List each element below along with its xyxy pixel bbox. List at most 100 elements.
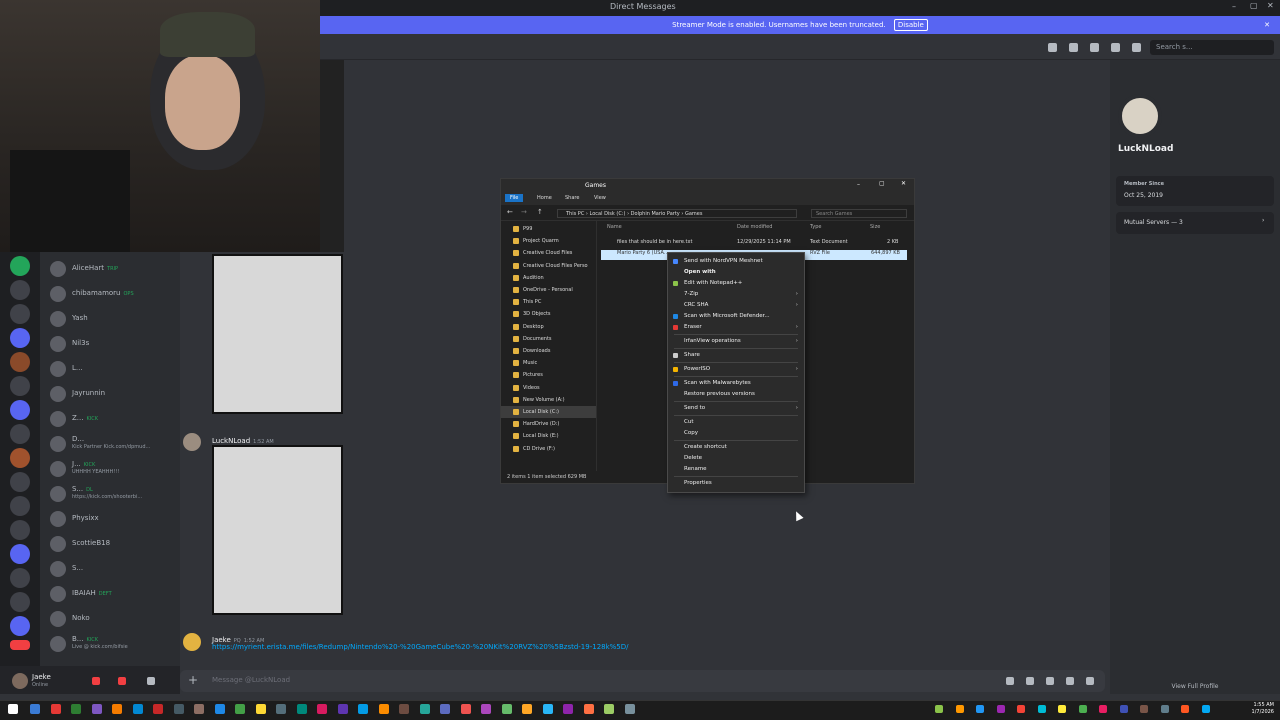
taskbar-app-icon[interactable] xyxy=(522,704,532,714)
ribbon-tab-view[interactable]: View xyxy=(594,195,606,201)
column-header[interactable]: Name xyxy=(607,224,622,230)
dm-list-item[interactable]: Noko xyxy=(48,608,178,630)
profile-toggle-icon[interactable] xyxy=(1132,43,1141,52)
address-bar[interactable]: This PC › Local Disk (C:) › Dolphin Mari… xyxy=(557,209,797,218)
context-menu-item[interactable]: Open with xyxy=(668,267,804,278)
taskbar-app-icon[interactable] xyxy=(30,704,40,714)
taskbar-app-icon[interactable] xyxy=(214,704,225,714)
nav-item[interactable]: 3D Objects xyxy=(501,308,596,320)
add-friend-icon[interactable] xyxy=(1111,43,1120,52)
dm-list-item[interactable]: B... KICK Live @ kick.com/bifsie xyxy=(48,633,178,655)
tray-icon[interactable] xyxy=(1058,705,1066,713)
taskbar-app-icon[interactable] xyxy=(112,704,122,714)
nav-item[interactable]: OneDrive - Personal xyxy=(501,284,596,296)
view-full-profile-link[interactable]: View Full Profile xyxy=(1110,683,1280,690)
taskbar-app-icon[interactable] xyxy=(378,704,389,714)
nav-item[interactable]: Local Disk (E:) xyxy=(501,430,596,442)
dm-list-item[interactable]: S... DL https://kick.com/shooterbi... xyxy=(48,483,178,505)
server-icon[interactable] xyxy=(10,568,30,588)
close-icon[interactable]: ✕ xyxy=(1267,1,1274,10)
tray-icon[interactable] xyxy=(1078,705,1087,713)
nav-item[interactable]: CD Drive (F:) xyxy=(501,443,596,455)
dm-list-item[interactable]: Physixx xyxy=(48,508,178,530)
tray-icon[interactable] xyxy=(996,705,1005,713)
context-menu-item[interactable]: Send with NordVPN Meshnet xyxy=(668,256,804,267)
server-icon[interactable] xyxy=(10,256,30,276)
close-banner-icon[interactable]: ✕ xyxy=(1264,16,1270,34)
tray-icon[interactable] xyxy=(1181,705,1189,713)
avatar[interactable] xyxy=(183,633,201,651)
explorer-search-input[interactable]: Search Games xyxy=(811,209,907,218)
nav-item[interactable]: HardDrive (D:) xyxy=(501,418,596,430)
ribbon-tab-home[interactable]: Home xyxy=(537,195,552,201)
ribbon-tab-share[interactable]: Share xyxy=(565,195,579,201)
tray-icon[interactable] xyxy=(1017,705,1025,713)
start-menu-icon[interactable] xyxy=(8,704,18,714)
nav-item[interactable]: Music xyxy=(501,357,596,369)
context-menu-item[interactable]: PowerISO › xyxy=(668,364,804,375)
context-menu-item[interactable]: Create shortcut xyxy=(668,442,804,453)
tray-icon[interactable] xyxy=(935,705,943,713)
ribbon-tab-file[interactable]: File xyxy=(505,194,524,202)
taskbar-app-icon[interactable] xyxy=(255,704,266,714)
server-icon[interactable] xyxy=(10,544,30,564)
context-menu-item[interactable]: Eraser › xyxy=(668,322,804,333)
nav-item[interactable]: Project Quarm xyxy=(501,235,596,247)
server-icon[interactable] xyxy=(10,376,30,396)
dm-list-item[interactable]: S... xyxy=(48,558,178,580)
server-icon[interactable] xyxy=(10,424,30,444)
message-composer[interactable]: + Message @LuckNLoad xyxy=(180,670,1105,692)
column-header[interactable]: Size xyxy=(870,224,880,230)
dm-list-item[interactable]: L... xyxy=(48,358,178,380)
dm-list-item[interactable]: IBAIAH DEFT xyxy=(48,583,178,605)
dm-list-item[interactable]: Nil3s xyxy=(48,333,178,355)
context-menu-item[interactable]: Restore previous versions xyxy=(668,389,804,400)
maximize-icon[interactable]: ▢ xyxy=(1250,1,1258,10)
pin-icon[interactable] xyxy=(1090,43,1099,52)
nav-item[interactable]: Creative Cloud Files xyxy=(501,247,596,259)
maximize-icon[interactable]: ▢ xyxy=(879,180,885,187)
gear-icon[interactable] xyxy=(147,677,155,685)
nav-item[interactable]: Documents xyxy=(501,333,596,345)
taskbar-app-icon[interactable] xyxy=(296,704,307,714)
tray-icon[interactable] xyxy=(1037,705,1046,713)
dm-list-item[interactable]: Yash xyxy=(48,308,178,330)
call-icon[interactable] xyxy=(1048,43,1057,52)
tray-icon[interactable] xyxy=(1099,705,1107,713)
tray-icon[interactable] xyxy=(1160,705,1169,713)
nav-item[interactable]: P99 xyxy=(501,223,596,235)
forward-icon[interactable]: → xyxy=(521,208,527,216)
server-icon[interactable] xyxy=(10,304,30,324)
avatar[interactable] xyxy=(12,673,28,689)
context-menu-item[interactable]: Delete xyxy=(668,453,804,464)
nav-item[interactable]: Local Disk (C:) xyxy=(501,406,596,418)
minimize-icon[interactable]: – xyxy=(857,181,860,188)
message-link[interactable]: https://myrient.erista.me/files/Redump/N… xyxy=(212,643,629,651)
taskbar-app-icon[interactable] xyxy=(317,704,327,714)
server-icon[interactable] xyxy=(10,592,30,612)
nav-item[interactable]: This PC xyxy=(501,296,596,308)
breadcrumb[interactable]: This PC xyxy=(566,211,584,217)
taskbar-app-icon[interactable] xyxy=(563,704,573,714)
taskbar-app-icon[interactable] xyxy=(132,704,143,714)
message-author[interactable]: LuckNLoad xyxy=(212,437,250,445)
column-header[interactable]: Type xyxy=(810,224,821,230)
taskbar-app-icon[interactable] xyxy=(604,704,614,714)
server-icon[interactable] xyxy=(10,496,30,516)
breadcrumb[interactable]: Games xyxy=(685,211,703,217)
nav-item[interactable]: New Volume (A:) xyxy=(501,394,596,406)
dm-list-item[interactable]: Z... KICK xyxy=(48,408,178,430)
server-icon[interactable] xyxy=(10,328,30,348)
taskbar-app-icon[interactable] xyxy=(235,704,245,714)
column-header[interactable]: Date modified xyxy=(737,224,772,230)
server-icon[interactable] xyxy=(10,520,30,540)
taskbar-app-icon[interactable] xyxy=(542,704,553,714)
dm-list-item[interactable]: ScottieB18 xyxy=(48,533,178,555)
deafen-icon[interactable] xyxy=(118,677,126,685)
dm-list-item[interactable]: D... Kick Partner Kick.com/dpmud... xyxy=(48,433,178,455)
breadcrumb[interactable]: Dolphin Mario Party xyxy=(631,211,680,217)
apps-icon[interactable] xyxy=(1086,677,1094,685)
nav-item[interactable]: Downloads xyxy=(501,345,596,357)
tray-icon[interactable] xyxy=(1140,705,1148,713)
context-menu-item[interactable]: CRC SHA › xyxy=(668,300,804,311)
